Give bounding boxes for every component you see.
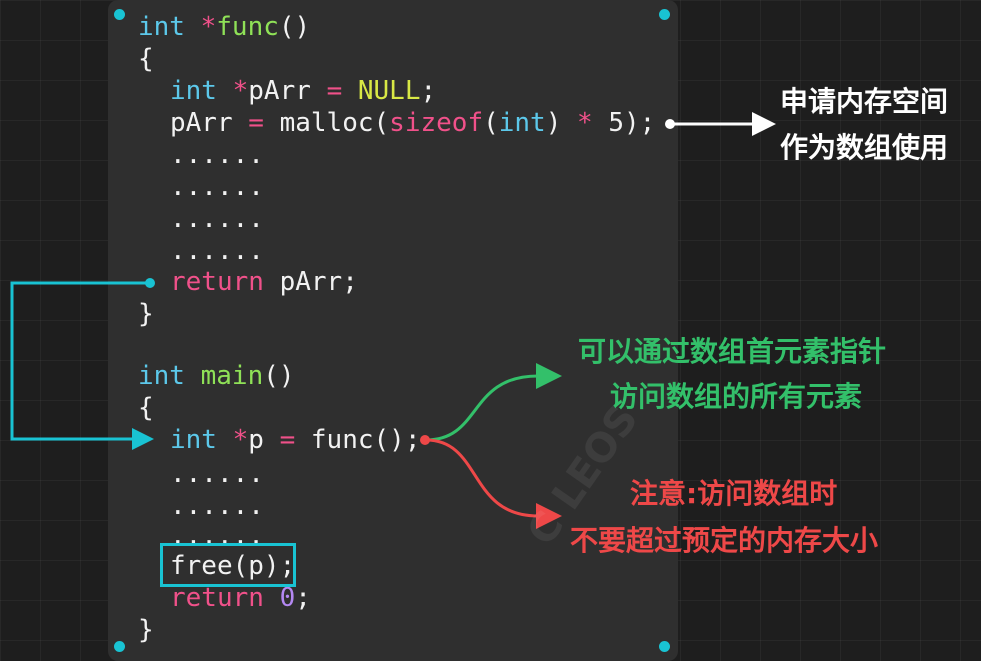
return-connector-dot: [145, 278, 155, 288]
return-connector-line: [10, 281, 150, 441]
malloc-note-line-2: 作为数组使用: [780, 131, 949, 164]
access-note-line-2: 访问数组的所有元素: [610, 380, 863, 413]
access-arrow-arrowhead: [536, 363, 562, 389]
return-connector-arrowhead: [132, 428, 154, 450]
warning-arrow-line: [425, 438, 539, 518]
warning-note-line-1: 注意:访问数组时: [630, 477, 838, 510]
access-note-line-1: 可以通过数组首元素指针: [578, 335, 887, 368]
malloc-arrow-arrowhead: [752, 112, 776, 136]
malloc-arrow-dot: [665, 119, 675, 129]
warning-note-line-2: 不要超过预定的内存大小: [570, 524, 879, 557]
access-arrow-line: [425, 374, 539, 442]
branch-origin-dot: [420, 435, 430, 445]
malloc-note-line-1: 申请内存空间: [780, 85, 949, 118]
